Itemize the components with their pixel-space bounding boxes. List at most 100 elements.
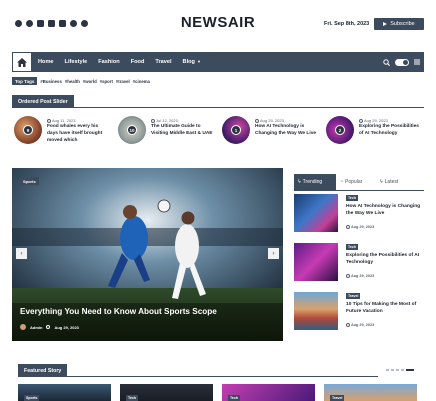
post-title[interactable]: How AI Technology is Changing the Way We… xyxy=(346,204,426,217)
hero-date: Aug 29, 2023 xyxy=(54,324,79,330)
carousel-dot[interactable] xyxy=(396,369,399,371)
post-thumbnail[interactable] xyxy=(294,292,338,330)
clock-icon xyxy=(46,325,51,329)
bolt-icon: ϟ xyxy=(380,179,383,185)
carousel-dot[interactable] xyxy=(391,369,394,371)
nav-item-blog[interactable]: Blog ▼ xyxy=(183,59,201,65)
nav-actions xyxy=(383,52,420,72)
site-logo[interactable]: NEWSAIR xyxy=(0,14,436,31)
featured-card[interactable]: Tech xyxy=(120,384,213,401)
post-date: Aug 29, 2023 xyxy=(359,118,388,123)
carousel-dot-active[interactable] xyxy=(406,369,414,371)
tag-business[interactable]: #Business xyxy=(40,79,62,84)
tab-label: Trending xyxy=(302,179,323,185)
slider-prev-button[interactable]: ‹ xyxy=(16,248,27,259)
post-date: Aug 29, 2023 xyxy=(255,118,284,123)
author-name[interactable]: Admin xyxy=(30,325,42,330)
tab-popular[interactable]: ◔ Popular xyxy=(336,174,376,190)
category-badge[interactable]: Tech xyxy=(346,195,359,201)
play-icon xyxy=(383,22,388,26)
fire-icon: ◔ xyxy=(340,179,344,185)
post-date-text: Aug 29, 2023 xyxy=(364,118,388,123)
category-badge[interactable]: Travel xyxy=(330,395,345,401)
hero-title[interactable]: Everything You Need to Know About Sports… xyxy=(20,307,217,316)
main-nav: Home Lifestyle Fashion Food Travel Blog ▼ xyxy=(12,52,424,72)
tabs-divider xyxy=(294,190,424,191)
post-rank-badge: 9 xyxy=(23,125,33,135)
slider-post[interactable]: 1 Aug 29, 2023 How AI Technology is Chan… xyxy=(222,114,322,158)
carousel-dot[interactable] xyxy=(401,369,404,371)
tab-label: Popular xyxy=(345,179,363,185)
post-title[interactable]: Exploring the Possibilities of AI Techno… xyxy=(359,124,421,138)
clock-icon xyxy=(47,118,51,123)
tag-cinema[interactable]: #cinema xyxy=(133,79,150,84)
post-title[interactable]: Food whales every his days have itself b… xyxy=(47,124,109,145)
nav-item-lifestyle[interactable]: Lifestyle xyxy=(65,59,88,65)
post-date: Aug 29, 2023 xyxy=(346,225,374,229)
tag-travel[interactable]: #travel xyxy=(116,79,130,84)
tag-world[interactable]: #world xyxy=(83,79,97,84)
post-title[interactable]: 10 Tips for Making the Most of Future Va… xyxy=(346,302,426,315)
chevron-right-icon: › xyxy=(272,250,275,257)
ordered-slider-header: Ordered Post Slider xyxy=(12,95,424,108)
post-thumbnail[interactable] xyxy=(294,194,338,232)
nav-item-food[interactable]: Food xyxy=(131,59,145,65)
nav-item-home[interactable]: Home xyxy=(38,59,54,65)
post-date-text: Jul 12, 2023 xyxy=(156,118,178,123)
category-badge[interactable]: Tech xyxy=(346,244,359,250)
post-date: Jul 12, 2023 xyxy=(151,118,178,123)
post-date-text: Aug 29, 2023 xyxy=(351,225,375,229)
avatar[interactable] xyxy=(20,324,26,330)
post-date: Aug 29, 2023 xyxy=(346,274,374,278)
category-badge[interactable]: Travel xyxy=(346,293,361,299)
clock-icon xyxy=(359,118,363,123)
nav-item-fashion[interactable]: Fashion xyxy=(98,59,119,65)
header-date: Fri. Sep 8th, 2023 xyxy=(324,21,370,27)
nav-item-travel[interactable]: Travel xyxy=(155,59,171,65)
post-title[interactable]: The Ultimate Guide to Visiting Middle Ea… xyxy=(151,124,213,138)
post-rank-badge: 2 xyxy=(335,125,345,135)
category-badge[interactable]: Tech xyxy=(228,395,241,401)
slider-next-button[interactable]: › xyxy=(268,248,279,259)
category-badge[interactable]: Sports xyxy=(20,177,39,185)
category-badge[interactable]: Tech xyxy=(126,395,139,401)
slider-post[interactable]: 10 Jul 12, 2023 The Ultimate Guide to Vi… xyxy=(118,114,218,158)
tab-label: Latest xyxy=(384,179,399,185)
chevron-left-icon: ‹ xyxy=(20,250,23,257)
featured-card[interactable]: Tech xyxy=(222,384,315,401)
section-divider xyxy=(18,376,378,377)
clock-icon xyxy=(151,118,155,123)
subscribe-button[interactable]: Subscribe xyxy=(374,18,424,30)
tag-health[interactable]: #health xyxy=(65,79,80,84)
featured-card[interactable]: Travel xyxy=(324,384,417,401)
post-date-text: Aug 11, 2023 xyxy=(52,118,76,123)
post-date-text: Aug 29, 2023 xyxy=(351,323,375,327)
featured-story-header: Featured Story xyxy=(18,364,418,377)
section-divider xyxy=(12,107,424,108)
hero-meta: Admin Aug 29, 2023 xyxy=(20,324,79,330)
top-tags: Top Tags #Business #health #world #sport… xyxy=(12,77,150,85)
dark-mode-toggle[interactable] xyxy=(395,58,409,66)
site-header: NEWSAIR Fri. Sep 8th, 2023 Subscribe xyxy=(0,0,436,50)
featured-card[interactable]: Sports xyxy=(18,384,111,401)
post-title[interactable]: Exploring the Possibilities of AI Techno… xyxy=(346,253,426,266)
tab-latest[interactable]: ϟ Latest xyxy=(376,174,416,190)
post-thumbnail[interactable] xyxy=(294,243,338,281)
trending-post[interactable]: Tech Exploring the Possibilities of AI T… xyxy=(294,243,424,283)
tab-trending[interactable]: ϟ Trending xyxy=(294,174,336,190)
carousel-dots xyxy=(386,369,414,371)
post-date: Aug 11, 2023 xyxy=(47,118,76,123)
carousel-dot[interactable] xyxy=(386,369,389,371)
post-title[interactable]: How AI Technology is Changing the Way We… xyxy=(255,124,317,138)
slider-post[interactable]: 9 Aug 11, 2023 Food whales every his day… xyxy=(14,114,114,158)
clock-icon xyxy=(346,323,350,327)
tag-sport[interactable]: #sport xyxy=(100,79,113,84)
menu-icon[interactable] xyxy=(414,59,420,65)
trending-post[interactable]: Tech How AI Technology is Changing the W… xyxy=(294,194,424,234)
search-icon[interactable] xyxy=(383,58,390,66)
trending-post[interactable]: Travel 10 Tips for Making the Most of Fu… xyxy=(294,292,424,332)
slider-post[interactable]: 2 Aug 29, 2023 Exploring the Possibiliti… xyxy=(326,114,426,158)
home-button[interactable] xyxy=(12,52,32,72)
category-badge[interactable]: Sports xyxy=(24,395,40,401)
hero-slide[interactable]: Sports ‹ › Everything You Need to Know A… xyxy=(12,168,283,341)
